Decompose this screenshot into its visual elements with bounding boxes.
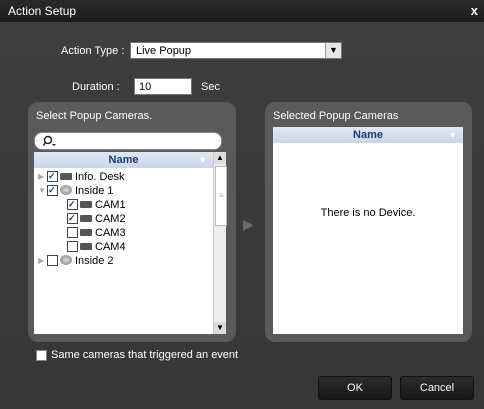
checkbox[interactable] [67,240,78,252]
expand-icon[interactable]: ▶ [38,254,47,268]
name-column-header[interactable]: Name ▼ [34,152,213,168]
tree-row-label: CAM1 [95,199,126,211]
checkbox[interactable] [36,349,47,361]
chevron-down-icon[interactable]: ▼ [325,43,341,58]
camera-icon [80,228,92,236]
camera-tree[interactable]: Name ▼ ▶ Info. Desk ▼ Inside 1 CAM1 CAM2 C… [34,152,227,334]
camera-icon [80,242,92,250]
tree-row-label: Inside 1 [75,185,114,197]
vertical-scrollbar[interactable]: ▲ ≡ ▼ [213,152,227,334]
sort-icon: ▼ [198,155,207,165]
action-type-label: Action Type : [61,45,125,57]
action-type-select[interactable]: Live Popup ▼ [130,42,342,59]
empty-list-message: There is no Device. [320,207,416,219]
collapse-icon[interactable]: ▼ [38,184,47,198]
camera-icon [60,172,72,180]
duration-input[interactable]: 10 [134,78,192,95]
title-bar: Action Setup x [0,0,484,23]
duration-label: Duration : [72,81,120,93]
checkbox[interactable] [47,254,58,266]
grip-icon: ≡ [219,191,224,200]
same-cameras-label: Same cameras that triggered an event [51,349,239,361]
action-type-value: Live Popup [136,45,192,57]
sort-icon: ▼ [448,130,457,140]
selected-cameras-panel: Selected Popup Cameras Name ▼ There is n… [265,102,472,342]
tree-row-cam3[interactable]: CAM3 [67,226,126,240]
cancel-button[interactable]: Cancel [400,376,474,400]
group-icon [60,255,72,266]
name-column-label: Name [353,129,383,141]
close-button[interactable]: x [471,3,478,18]
checkbox[interactable] [67,197,78,211]
scroll-up-icon[interactable]: ▲ [214,152,226,164]
move-right-icon[interactable]: ▶ [243,216,254,233]
camera-icon [80,200,92,208]
tree-row-cam1[interactable]: CAM1 [67,197,126,212]
group-icon [60,185,72,196]
select-cameras-panel: Select Popup Cameras. Name ▼ ▶ Info. Desk… [28,102,236,342]
ok-button[interactable]: OK [318,376,392,400]
window-title: Action Setup [8,4,77,18]
duration-unit: Sec [201,81,220,93]
same-cameras-checkbox[interactable]: Same cameras that triggered an event [36,349,238,361]
tree-row-cam4[interactable]: CAM4 [67,240,126,254]
camera-icon [80,214,92,222]
tree-row-label: Info. Desk [75,171,125,183]
checkbox[interactable] [67,211,78,225]
dialog-body: Action Type : Live Popup ▼ Duration : 10… [0,22,484,409]
tree-row-inside-1[interactable]: ▼ Inside 1 [38,183,114,198]
tree-row-label: CAM2 [95,213,126,225]
scroll-thumb[interactable]: ≡ [215,166,227,226]
select-cameras-title: Select Popup Cameras. [36,110,153,122]
tree-row-cam2[interactable]: CAM2 [67,211,126,226]
name-column-label: Name [108,154,139,166]
tree-row-label: CAM4 [95,241,126,253]
scroll-down-icon[interactable]: ▼ [214,322,226,334]
tree-row-label: Inside 2 [75,255,114,267]
selected-camera-list[interactable]: Name ▼ There is no Device. [273,127,463,334]
selected-cameras-title: Selected Popup Cameras [273,110,399,122]
tree-row-label: CAM3 [95,227,126,239]
checkbox[interactable] [47,183,58,197]
name-column-header[interactable]: Name ▼ [273,127,463,143]
checkbox[interactable] [67,226,78,238]
search-icon [43,135,56,146]
tree-row-inside-2[interactable]: ▶ Inside 2 [38,254,114,268]
checkbox[interactable] [47,169,58,183]
expand-icon[interactable]: ▶ [38,170,47,184]
search-input[interactable] [34,132,222,150]
